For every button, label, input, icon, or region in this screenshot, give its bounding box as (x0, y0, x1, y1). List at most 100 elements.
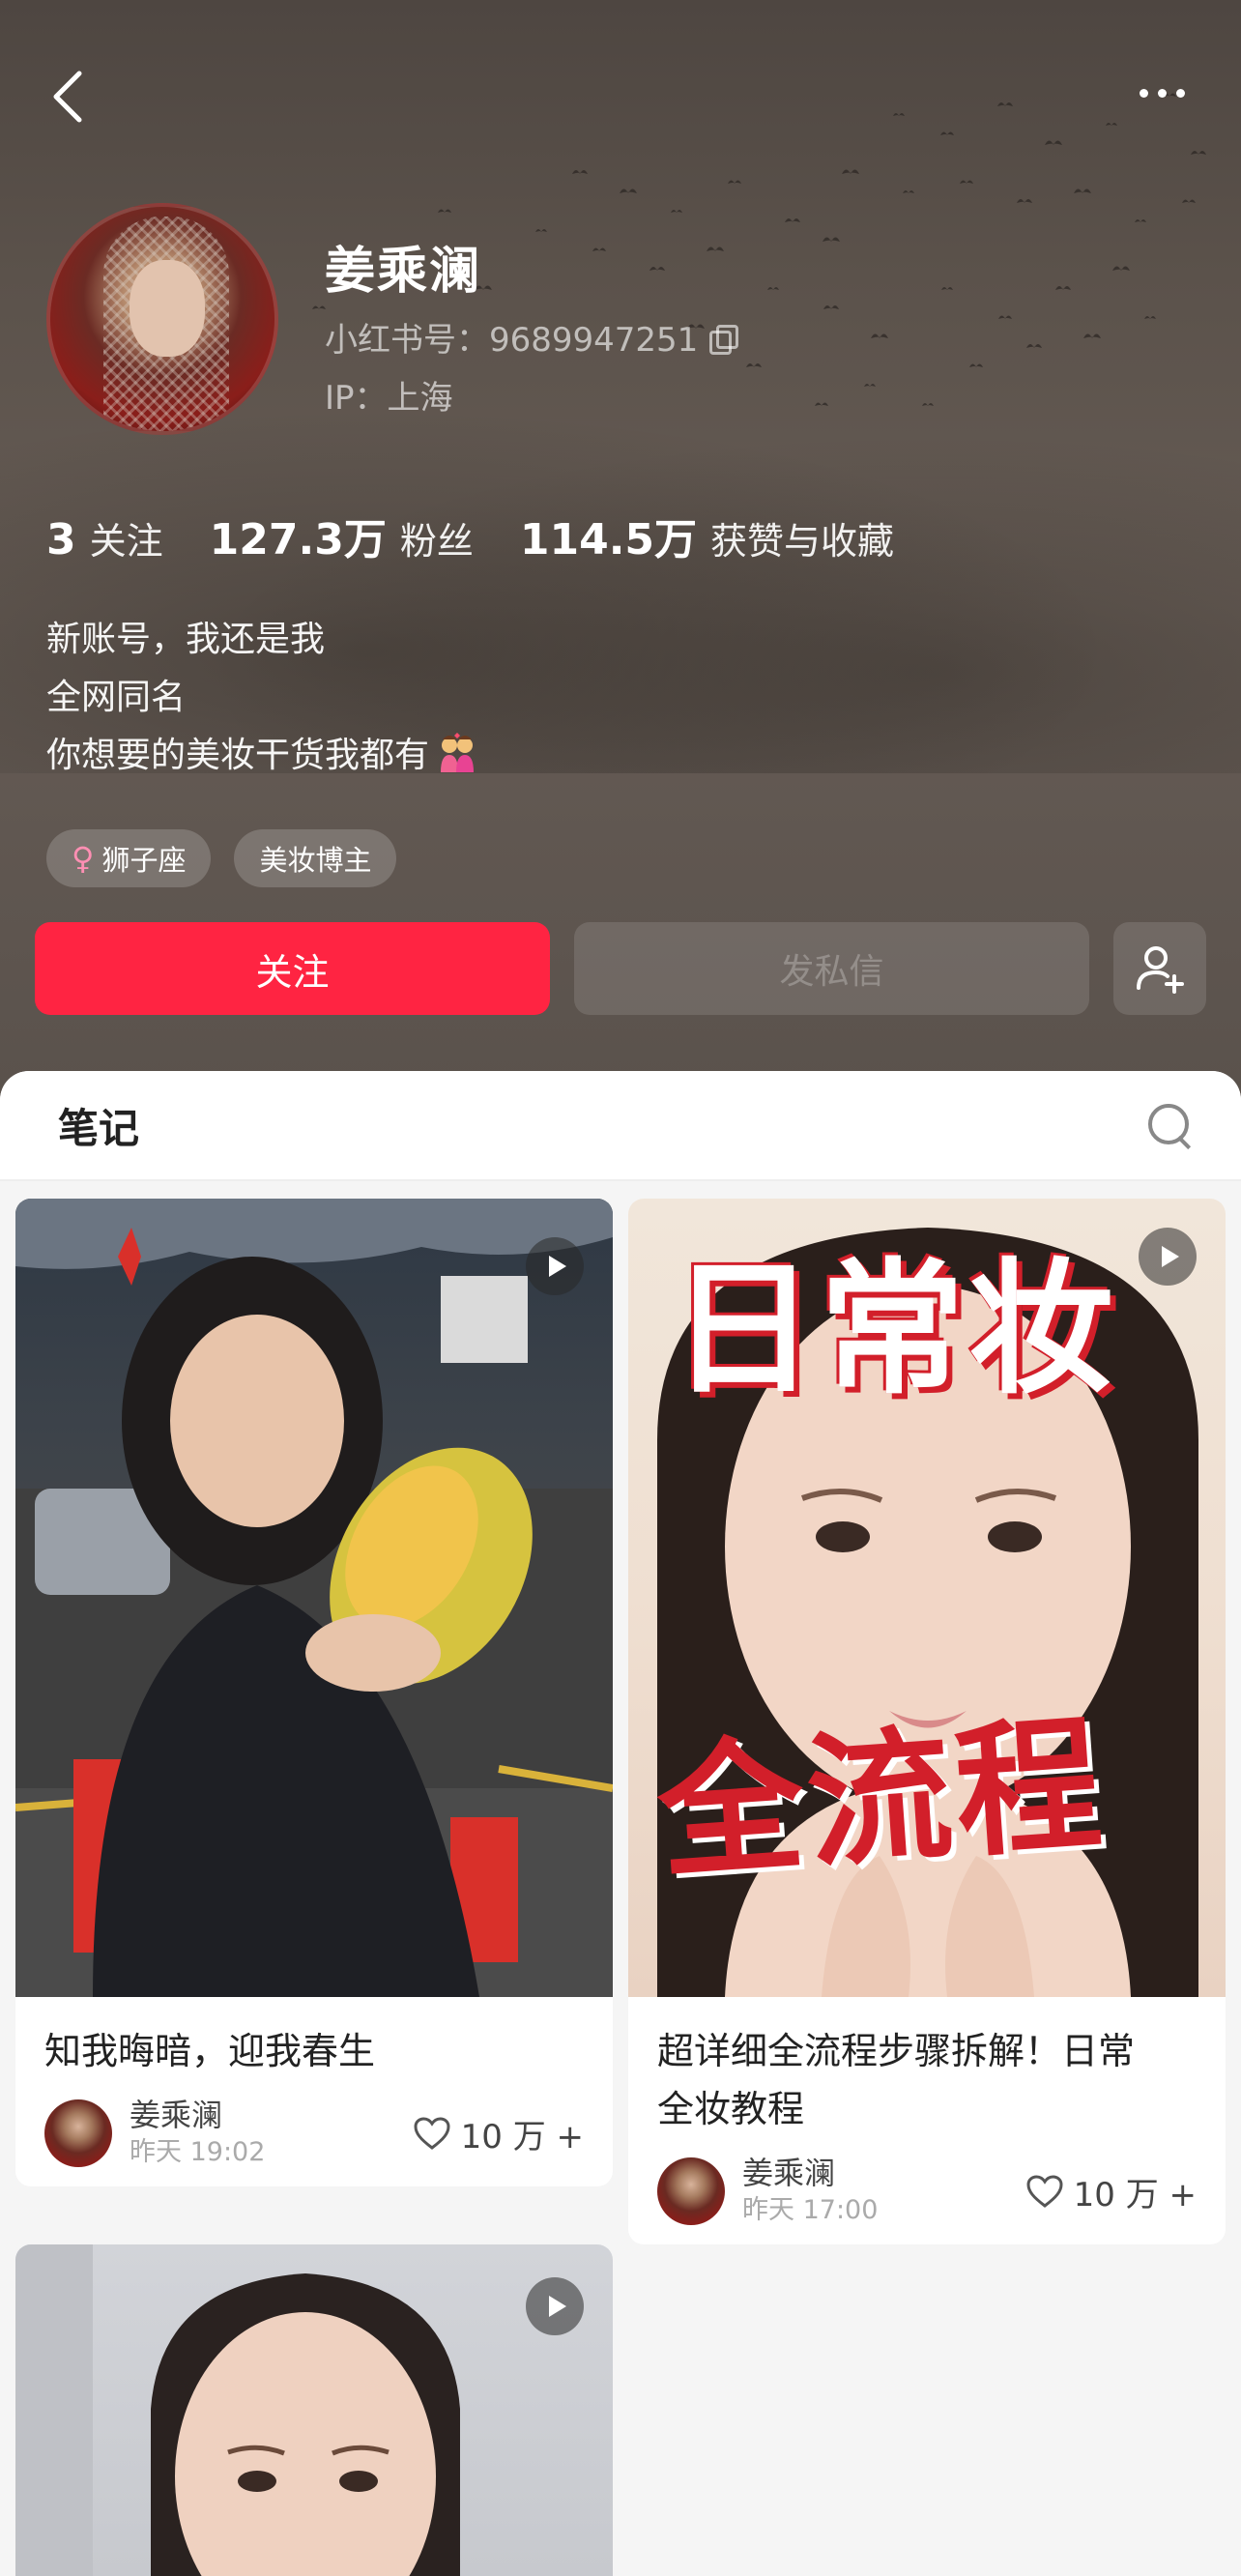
cover-text-top: 日常妆 (671, 1246, 1118, 1414)
more-button[interactable] (1121, 68, 1202, 118)
bird-shape (620, 188, 637, 193)
author-name[interactable]: 姜乘澜 (742, 2154, 878, 2192)
note-title: 知我晦暗，迎我春生 (44, 2030, 376, 2072)
bird-shape (997, 102, 1013, 106)
note-card[interactable]: 日常妆 全流程 超详细全流程步骤拆解！日常 全妆教程 姜乘澜 昨天 17:00 … (628, 1199, 1226, 2244)
add-friend-button[interactable] (1113, 922, 1206, 1015)
female-icon: ♀ (72, 840, 95, 877)
profile-bio: 新账号，我还是我 全网同名 你想要的美妆干货我都有 (46, 611, 479, 785)
tag-label: 狮子座 (101, 844, 187, 877)
search-icon[interactable] (1140, 1096, 1198, 1154)
bird-shape (572, 170, 588, 174)
bird-shape (871, 333, 888, 338)
bird-shape (998, 315, 1012, 319)
note-cover: 日常妆 全流程 (628, 1199, 1226, 1997)
heart-icon (1026, 2175, 1063, 2208)
bird-shape (1074, 188, 1091, 193)
bird-shape (671, 210, 682, 213)
notes-panel: 笔记 知我晦暗，迎我春生 姜乘澜 昨天 19:02 10 万 + 日常妆 全流程… (0, 1071, 1241, 2576)
bird-shape (746, 363, 762, 367)
note-time: 昨天 19:02 (130, 2137, 266, 2167)
bird-shape (728, 180, 741, 184)
bio-line: 全网同名 (46, 678, 187, 717)
stat-following[interactable]: 3 关注 (46, 511, 163, 564)
bird-shape (767, 287, 779, 290)
red-id-text: 小红书号：9689947251 (325, 321, 699, 360)
cover-illustration (15, 1199, 613, 1997)
play-icon (526, 2277, 584, 2335)
tab-notes[interactable]: 笔记 (58, 1096, 139, 1155)
profile-avatar[interactable] (46, 203, 278, 435)
bird-shape (960, 180, 973, 184)
bird-shape (535, 229, 547, 232)
note-title-line: 全妆教程 (657, 2088, 805, 2130)
bird-shape (922, 403, 934, 406)
like-button[interactable]: 10 万 + (413, 2110, 584, 2157)
stat-label: 粉丝 (399, 520, 474, 563)
author-name[interactable]: 姜乘澜 (130, 2096, 265, 2134)
stat-label: 关注 (89, 520, 163, 563)
profile-header: 姜乘澜 小红书号：9689947251 IP：上海 3 关注 127.3万 粉丝… (0, 0, 1241, 1102)
back-button[interactable] (43, 64, 93, 130)
note-title-line: 超详细全流程步骤拆解！日常 (657, 2030, 1136, 2072)
bird-shape (1026, 344, 1042, 348)
bird-shape (785, 218, 800, 222)
couple-kiss-emoji-icon (441, 733, 475, 772)
copy-icon[interactable] (709, 324, 739, 355)
back-icon (53, 71, 82, 123)
avatar[interactable] (44, 2099, 112, 2167)
message-button[interactable]: 发私信 (574, 922, 1089, 1015)
bird-shape (1017, 199, 1032, 203)
profile-stats: 3 关注 127.3万 粉丝 114.5万 获赞与收藏 (46, 505, 894, 566)
tag-category: 美妆博主 (234, 829, 397, 887)
bird-shape (592, 247, 606, 251)
bird-shape (1106, 123, 1117, 126)
like-button[interactable]: 10 万 + (1025, 2168, 1197, 2215)
play-icon (1139, 1228, 1197, 1286)
bio-line: 你想要的美妆干货我都有 (46, 736, 430, 775)
profile-name: 姜乘澜 (325, 243, 482, 301)
bird-shape (941, 287, 953, 290)
stat-number: 127.3万 (209, 515, 387, 564)
tag-zodiac: ♀ 狮子座 (46, 829, 212, 887)
like-count: 10 万 + (1073, 2175, 1197, 2214)
author-meta: 姜乘澜 昨天 17:00 (742, 2154, 878, 2229)
add-friend-icon (1137, 946, 1184, 994)
note-card[interactable]: 知我晦暗，迎我春生 姜乘澜 昨天 19:02 10 万 + (15, 1199, 613, 2186)
stat-number: 3 (46, 515, 76, 564)
bird-shape (1083, 333, 1101, 338)
heart-icon (414, 2117, 450, 2150)
note-title: 超详细全流程步骤拆解！日常 全妆教程 (657, 2022, 1135, 2138)
bird-shape (1045, 140, 1062, 145)
more-icon-dot (1175, 88, 1185, 98)
bird-shape (1055, 286, 1071, 290)
bird-shape (1191, 151, 1206, 155)
like-count: 10 万 + (460, 2117, 584, 2156)
note-author-row: 姜乘澜 昨天 17:00 10 万 + (657, 2154, 1197, 2229)
more-icon-dot (1157, 88, 1167, 98)
bio-line-3: 你想要的美妆干货我都有 (46, 727, 479, 785)
bird-shape (842, 169, 859, 174)
bird-shape (903, 190, 914, 193)
bird-shape (969, 363, 983, 367)
tag-label: 美妆博主 (259, 844, 372, 877)
avatar[interactable] (657, 2157, 725, 2225)
stat-followers[interactable]: 127.3万 粉丝 (210, 505, 474, 566)
bird-shape (707, 246, 724, 251)
note-author-row: 姜乘澜 昨天 19:02 10 万 + (44, 2096, 584, 2171)
bird-shape (864, 384, 876, 387)
stat-likes-collects[interactable]: 114.5万 获赞与收藏 (520, 505, 894, 566)
bird-shape (940, 131, 954, 135)
profile-tags: ♀ 狮子座 美妆博主 (46, 829, 397, 887)
note-card[interactable] (15, 2244, 613, 2576)
note-cover (15, 1199, 613, 1997)
bird-shape (1112, 266, 1130, 271)
bird-shape (649, 267, 665, 271)
note-time: 昨天 17:00 (742, 2195, 879, 2225)
bird-shape (823, 237, 840, 242)
follow-button[interactable]: 关注 (35, 922, 550, 1015)
stat-label: 获赞与收藏 (710, 520, 895, 563)
avatar-face (130, 260, 205, 357)
bio-line: 新账号，我还是我 (46, 620, 326, 659)
bird-shape (823, 305, 839, 309)
